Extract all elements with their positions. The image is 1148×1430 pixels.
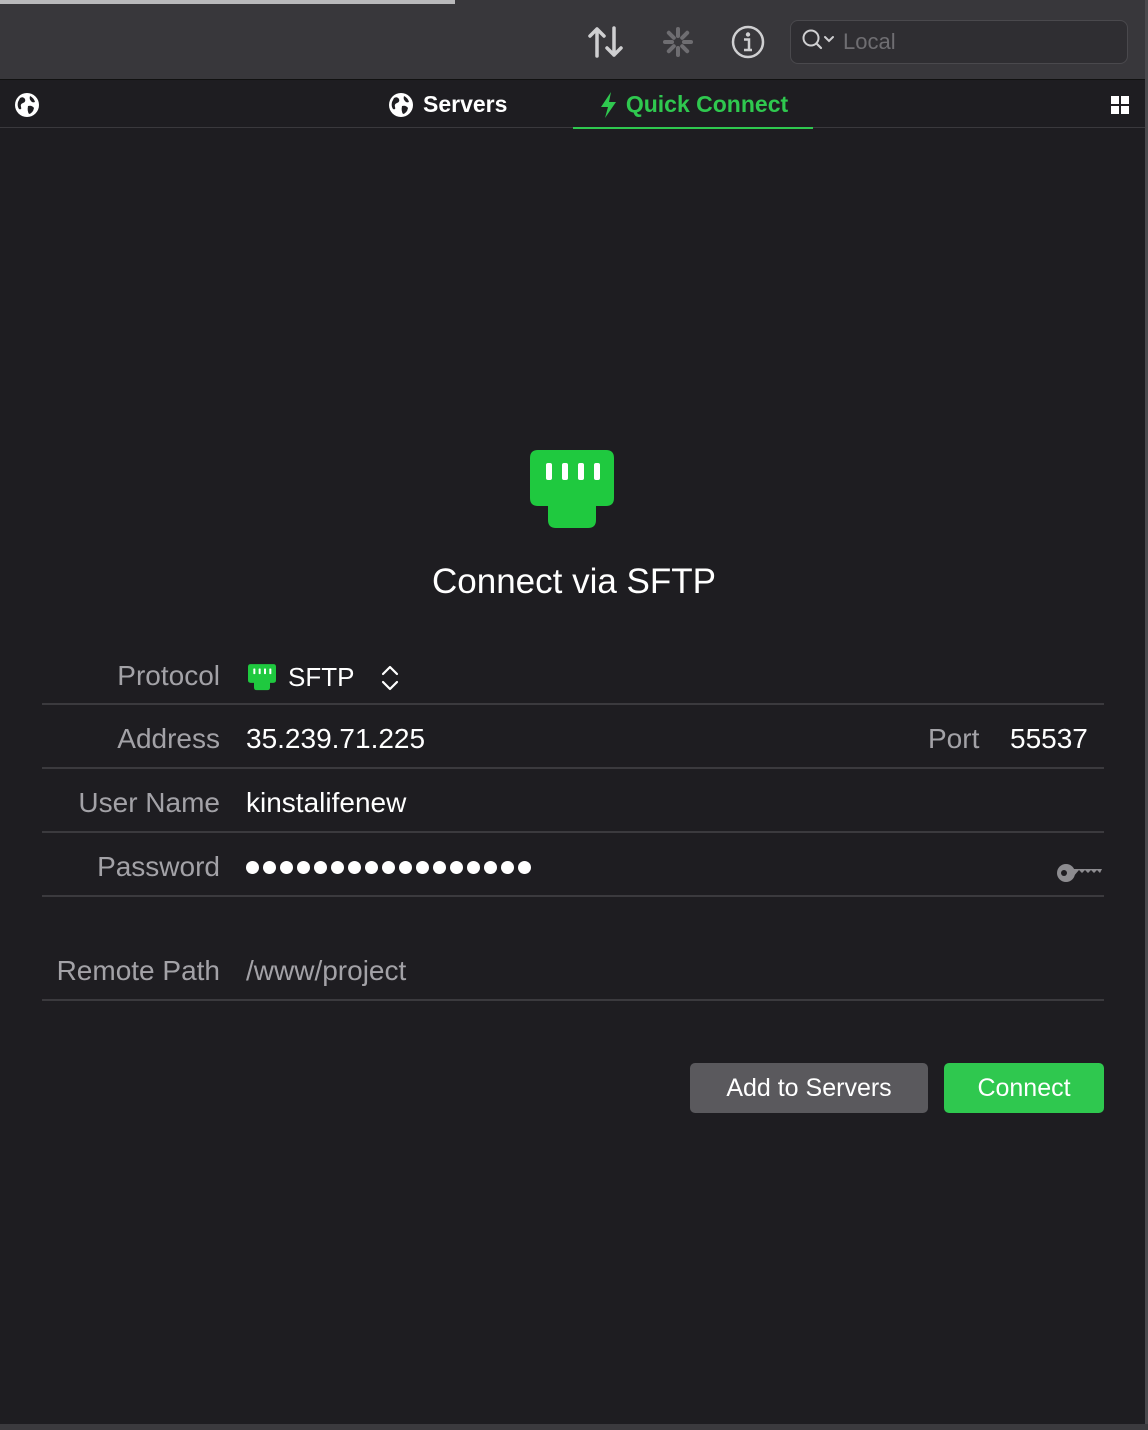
password-mask-dot [263,861,276,874]
password-mask-dot [365,861,378,874]
search-field[interactable]: Local [790,20,1128,64]
username-label: User Name [78,787,220,818]
password-mask-dot [348,861,361,874]
port-field[interactable]: 55537 [1010,723,1088,755]
password-mask-dot [467,861,480,874]
password-mask-dot [484,861,497,874]
remote-path-row: Remote Path /www/project [42,937,1104,1001]
protocol-select[interactable]: SFTP [248,662,400,693]
password-row: Password [42,833,1104,897]
active-tab-indicator [573,127,813,129]
tab-quick-connect[interactable]: Quick Connect [573,81,813,129]
username-field[interactable]: kinstalifenew [246,787,406,819]
lightning-bolt-icon [598,91,618,119]
toolbar: Local [0,0,1148,80]
transfer-arrows-icon[interactable] [586,22,626,62]
password-mask-dot [297,861,310,874]
globe-icon [388,92,414,118]
address-label: Address [117,723,220,754]
password-mask-dot [314,861,327,874]
search-input-placeholder[interactable]: Local [843,29,896,55]
tab-servers[interactable]: Servers [388,81,507,128]
password-mask-dot [416,861,429,874]
password-label: Password [97,851,220,882]
key-icon[interactable] [1056,861,1104,890]
password-field[interactable] [246,861,531,874]
tab-bar: Servers Quick Connect [0,81,1148,129]
window-bottom-edge [0,1424,1148,1430]
remote-path-input[interactable]: /www/project [246,955,406,987]
search-icon[interactable] [801,28,835,57]
remote-path-label: Remote Path [56,955,220,986]
password-mask-dot [331,861,344,874]
password-mask-dot [382,861,395,874]
address-row: Address 35.239.71.225 Port 55537 [42,705,1104,769]
password-mask-dot [450,861,463,874]
connect-button[interactable]: Connect [944,1063,1104,1113]
grid-view-icon[interactable] [1111,96,1129,119]
protocol-label: Protocol [117,660,220,691]
page-title: Connect via SFTP [432,562,716,601]
password-mask-dot [501,861,514,874]
address-field[interactable]: 35.239.71.225 [246,723,425,755]
username-row: User Name kinstalifenew [42,769,1104,833]
password-mask-dot [518,861,531,874]
ethernet-port-icon [248,664,276,691]
globe-icon[interactable] [14,92,40,123]
chevron-up-down-icon[interactable] [380,664,400,692]
password-mask-dot [399,861,412,874]
protocol-value: SFTP [288,662,355,692]
ethernet-port-icon [530,450,614,530]
window-top-edge [0,0,455,4]
password-mask-dot [433,861,446,874]
add-to-servers-button[interactable]: Add to Servers [690,1063,928,1113]
activity-spinner-icon[interactable] [658,22,698,62]
password-mask-dot [246,861,259,874]
port-label: Port [928,723,980,754]
tab-quick-connect-label: Quick Connect [625,91,789,117]
password-mask-dot [280,861,293,874]
info-icon[interactable] [728,22,768,62]
tab-servers-label: Servers [423,91,508,117]
protocol-row: Protocol SFTP [42,650,1104,705]
